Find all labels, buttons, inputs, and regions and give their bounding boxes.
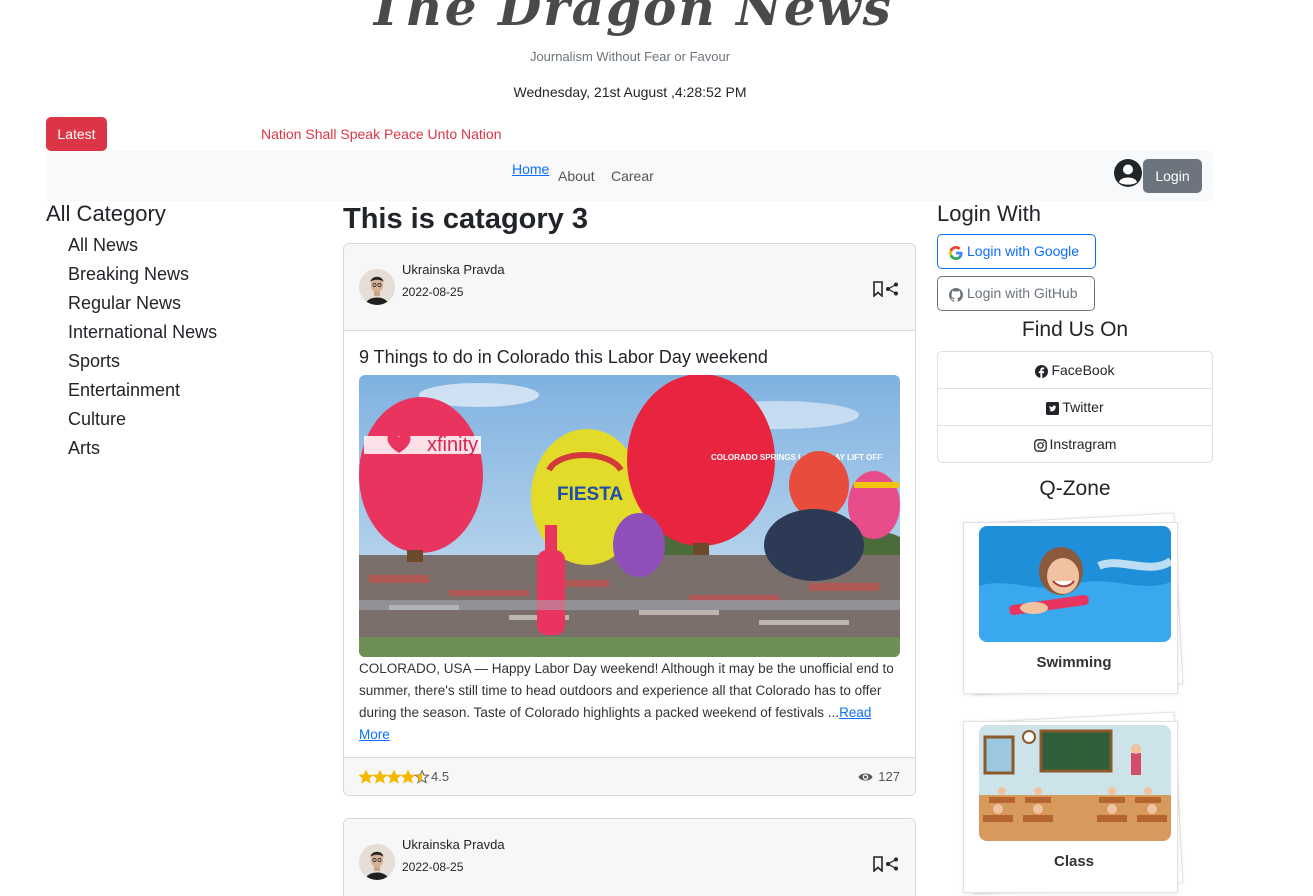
author-name: Ukrainska Pravda <box>402 262 505 277</box>
user-avatar-icon[interactable] <box>1114 159 1142 187</box>
qzone-card-swimming[interactable]: Swimming <box>963 512 1185 696</box>
author-avatar <box>359 844 395 880</box>
google-icon <box>949 245 963 260</box>
navbar: Home About Carear Login <box>46 151 1213 201</box>
card-footer: 4.5 127 <box>344 757 915 795</box>
swimming-label: Swimming <box>1036 654 1112 671</box>
eye-icon <box>858 773 873 781</box>
latest-button[interactable]: Latest <box>46 117 107 151</box>
find-us-title: Find Us On <box>1021 318 1129 341</box>
category-title: All Category <box>46 201 166 226</box>
bookmark-share-icons[interactable] <box>872 281 900 297</box>
login-button[interactable]: Login <box>1143 159 1202 193</box>
balloon-colorado-text: COLORADO SPRINGS LABOR DAY LIFT OFF <box>711 453 882 462</box>
view-count: 127 <box>878 769 900 784</box>
category-item-sports[interactable]: Sports <box>68 349 217 378</box>
category-heading: This is catagory 3 <box>343 203 588 235</box>
social-item-facebook[interactable]: FaceBook <box>938 352 1212 389</box>
star-icon <box>358 769 374 784</box>
news-card: Ukrainska Pravda 2022-08-25 <box>343 818 916 896</box>
category-item-arts[interactable]: Arts <box>68 436 217 465</box>
balloon-xfinity-text: xfinity <box>427 434 478 456</box>
nav-about-link[interactable]: About <box>558 168 595 184</box>
category-item-culture[interactable]: Culture <box>68 407 217 436</box>
rating-value: 4.5 <box>431 769 450 784</box>
twitter-label: Twitter <box>1062 399 1104 415</box>
class-label: Class <box>1053 853 1095 870</box>
star-icon <box>400 769 416 784</box>
author-avatar <box>359 269 395 305</box>
card-header: Ukrainska Pravda 2022-08-25 <box>344 244 915 331</box>
qzone-card-class[interactable]: Class <box>963 711 1185 895</box>
category-list: All News Breaking News Regular News Inte… <box>68 233 217 465</box>
current-datetime: Wednesday, 21st August ,4:28:52 PM <box>513 84 747 100</box>
qzone-title: Q-Zone <box>1039 477 1111 500</box>
category-item-entertainment[interactable]: Entertainment <box>68 378 217 407</box>
publish-date: 2022-08-25 <box>402 285 464 299</box>
balloon-fiesta-text: FIESTA <box>557 484 623 505</box>
publish-date: 2022-08-25 <box>402 860 464 874</box>
news-card: Ukrainska Pravda 2022-08-25 9 Things to … <box>343 243 916 796</box>
facebook-icon <box>1035 364 1049 378</box>
login-github-button[interactable]: Login with GitHub <box>937 276 1095 311</box>
instagram-icon <box>1033 438 1047 452</box>
article-excerpt: COLORADO, USA — Happy Labor Day weekend!… <box>359 658 904 746</box>
github-icon <box>949 287 963 302</box>
nav-home-link[interactable]: Home <box>512 161 549 177</box>
social-list: FaceBook Twitter Instragram <box>937 351 1213 463</box>
social-item-instagram[interactable]: Instragram <box>938 426 1212 463</box>
social-item-twitter[interactable]: Twitter <box>938 389 1212 426</box>
twitter-icon <box>1046 401 1060 415</box>
google-button-label: Login with Google <box>967 243 1080 260</box>
category-item-breaking-news[interactable]: Breaking News <box>68 262 217 291</box>
news-ticker[interactable]: Nation Shall Speak Peace Unto Nation <box>261 126 501 142</box>
github-button-label: Login with GitHub <box>967 285 1078 302</box>
category-item-international-news[interactable]: International News <box>68 320 217 349</box>
star-icons <box>358 769 430 784</box>
star-icon <box>386 769 402 784</box>
article-title[interactable]: 9 Things to do in Colorado this Labor Da… <box>359 347 768 368</box>
bookmark-icon <box>873 281 883 297</box>
bookmark-icon <box>873 856 883 872</box>
article-image: xfinity FIESTA COLORADO SPRINGS LABOR DA… <box>359 375 900 657</box>
excerpt-text: COLORADO, USA — Happy Labor Day weekend!… <box>359 661 894 720</box>
swimming-image <box>979 526 1171 642</box>
share-icon <box>886 857 898 871</box>
site-tagline: Journalism Without Fear or Favour <box>529 49 731 64</box>
share-icon <box>886 282 898 296</box>
star-icon <box>372 769 388 784</box>
card-header: Ukrainska Pravda 2022-08-25 <box>344 819 915 896</box>
login-google-button[interactable]: Login with Google <box>937 234 1096 269</box>
rating-stars <box>358 769 431 789</box>
instagram-label: Instragram <box>1049 436 1117 452</box>
category-item-regular-news[interactable]: Regular News <box>68 291 217 320</box>
facebook-label: FaceBook <box>1051 362 1115 378</box>
nav-carear-link[interactable]: Carear <box>611 168 654 184</box>
login-with-title: Login With <box>937 201 1041 226</box>
category-item-all-news[interactable]: All News <box>68 233 217 262</box>
star-icon <box>414 769 430 784</box>
site-logo: The Dragon News <box>367 0 893 37</box>
author-name: Ukrainska Pravda <box>402 837 505 852</box>
bookmark-share-icons[interactable] <box>872 856 900 872</box>
class-image <box>979 725 1171 841</box>
